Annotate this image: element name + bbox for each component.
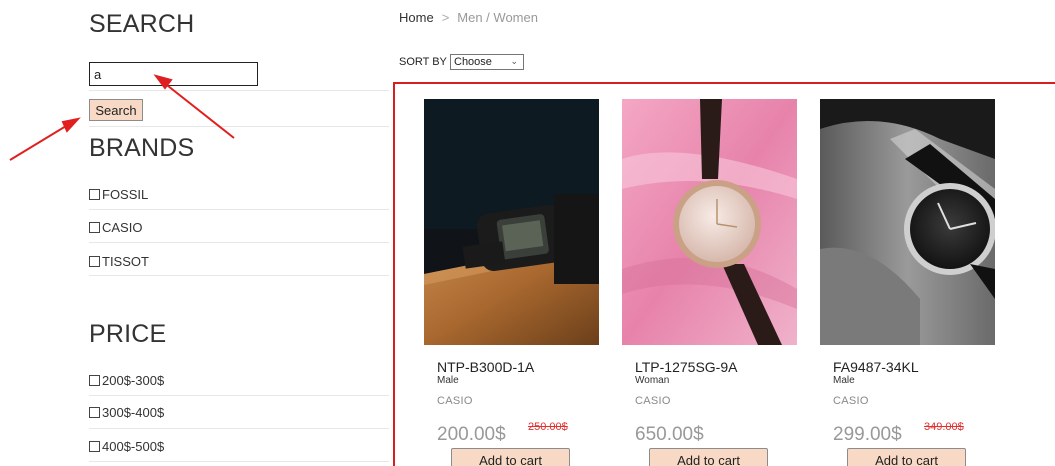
watch-digital-image	[424, 99, 599, 345]
sort-select[interactable]: Choose ⌄	[450, 54, 524, 70]
divider	[89, 395, 389, 396]
divider	[89, 461, 389, 462]
product-gender: Male	[437, 375, 459, 386]
product-price: 650.00$	[635, 424, 704, 445]
price-filter-300-400[interactable]: 300$-400$	[89, 405, 164, 420]
breadcrumb-separator: >	[441, 10, 450, 25]
sort-label: SORT BY	[399, 56, 447, 68]
breadcrumb: Home > Men / Women	[399, 10, 538, 25]
add-to-cart-button[interactable]: Add to cart	[847, 448, 966, 466]
brand-label: CASIO	[102, 220, 143, 235]
product-price: 299.00$	[833, 424, 902, 445]
search-title: SEARCH	[89, 10, 195, 38]
divider	[89, 428, 389, 429]
product-image[interactable]	[424, 99, 599, 345]
arrow-to-search-button	[9, 122, 72, 161]
divider	[89, 275, 389, 276]
brand-filter-casio[interactable]: CASIO	[89, 220, 142, 235]
search-button[interactable]: Search	[89, 99, 143, 121]
product-brand: CASIO	[833, 395, 869, 407]
watch-black-leather-image	[820, 99, 995, 345]
checkbox[interactable]	[89, 256, 100, 267]
divider	[89, 242, 389, 243]
brand-filter-tissot[interactable]: TISSOT	[89, 254, 149, 269]
search-input[interactable]	[89, 62, 258, 86]
product-name[interactable]: LTP-1275SG-9A	[635, 359, 737, 375]
price-filter-200-300[interactable]: 200$-300$	[89, 373, 164, 388]
add-to-cart-button[interactable]: Add to cart	[451, 448, 570, 466]
breadcrumb-current: Men / Women	[457, 10, 538, 25]
price-range-label: 400$-500$	[102, 439, 165, 454]
divider	[89, 209, 389, 210]
price-title: PRICE	[89, 320, 167, 348]
product-image[interactable]	[622, 99, 797, 345]
brand-label: FOSSIL	[102, 187, 149, 202]
arrowhead	[61, 117, 81, 133]
product-old-price: 349.00$	[924, 421, 964, 433]
product-old-price: 250.00$	[528, 421, 568, 433]
divider	[89, 90, 389, 91]
chevron-down-icon: ⌄	[510, 56, 518, 66]
brand-label: TISSOT	[102, 254, 149, 269]
price-range-label: 200$-300$	[102, 373, 165, 388]
brand-filter-fossil[interactable]: FOSSIL	[89, 187, 148, 202]
checkbox[interactable]	[89, 407, 100, 418]
product-brand: CASIO	[437, 395, 473, 407]
price-filter-400-500[interactable]: 400$-500$	[89, 439, 164, 454]
watch-rose-gold-image	[622, 99, 797, 345]
brands-title: BRANDS	[89, 134, 195, 162]
product-price: 200.00$	[437, 424, 506, 445]
breadcrumb-home-link[interactable]: Home	[399, 10, 434, 25]
price-range-label: 300$-400$	[102, 405, 165, 420]
sort-selected-value: Choose	[454, 56, 492, 68]
checkbox[interactable]	[89, 375, 100, 386]
checkbox[interactable]	[89, 441, 100, 452]
product-image[interactable]	[820, 99, 995, 345]
product-name[interactable]: FA9487-34KL	[833, 359, 919, 375]
checkbox[interactable]	[89, 222, 100, 233]
product-gender: Male	[833, 375, 855, 386]
divider	[89, 126, 389, 127]
add-to-cart-button[interactable]: Add to cart	[649, 448, 768, 466]
product-brand: CASIO	[635, 395, 671, 407]
product-gender: Woman	[635, 375, 670, 386]
product-name[interactable]: NTP-B300D-1A	[437, 359, 534, 375]
checkbox[interactable]	[89, 189, 100, 200]
